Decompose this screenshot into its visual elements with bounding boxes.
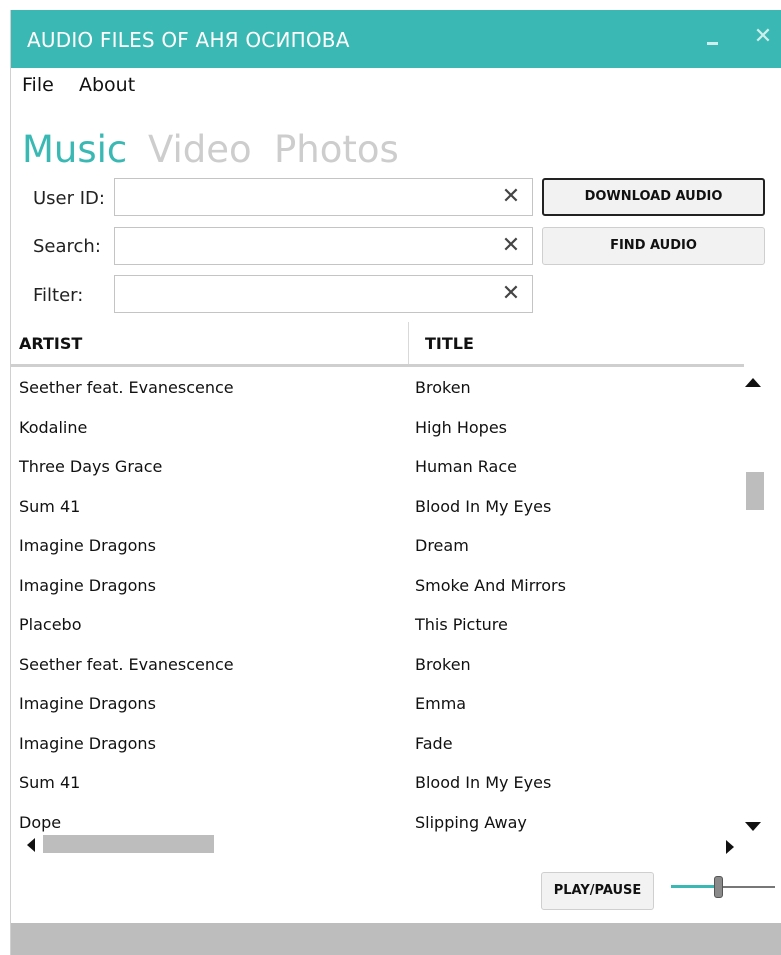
- column-header-artist[interactable]: ARTIST: [19, 334, 82, 353]
- tab-music[interactable]: Music: [22, 128, 127, 171]
- user-id-field[interactable]: ✕: [114, 178, 533, 216]
- user-id-label: User ID:: [33, 188, 105, 209]
- table-row[interactable]: Imagine Dragons Emma: [11, 686, 744, 725]
- filter-field[interactable]: ✕: [114, 275, 533, 313]
- title-cell: This Picture: [415, 615, 508, 634]
- title-cell: Slipping Away: [415, 812, 527, 832]
- title-cell: Fade: [415, 733, 453, 753]
- table-row[interactable]: Kodaline High Hopes: [11, 410, 744, 449]
- volume-track: [723, 886, 775, 888]
- artist-cell: Sum 41: [19, 496, 81, 516]
- column-divider[interactable]: [408, 322, 409, 364]
- find-audio-button[interactable]: FIND AUDIO: [542, 227, 765, 265]
- title-cell: Smoke And Mirrors: [415, 575, 566, 595]
- search-label: Search:: [33, 236, 101, 257]
- close-icon[interactable]: ✕: [751, 24, 775, 50]
- title-cell: Blood In My Eyes: [415, 773, 552, 792]
- tab-photos[interactable]: Photos: [274, 128, 399, 171]
- artist-cell: Imagine Dragons: [19, 575, 156, 595]
- horizontal-scrollbar-thumb[interactable]: [43, 835, 214, 853]
- vertical-scrollbar-thumb[interactable]: [746, 472, 764, 510]
- artist-cell: Seether feat. Evanescence: [19, 654, 234, 674]
- table-row[interactable]: Seether feat. Evanescence Broken: [11, 647, 744, 686]
- filter-label: Filter:: [33, 285, 84, 306]
- title-cell: High Hopes: [415, 417, 508, 437]
- scroll-left-icon[interactable]: [27, 838, 35, 852]
- artist-cell: Sum 41: [19, 773, 81, 792]
- search-input[interactable]: [121, 234, 495, 260]
- table-row[interactable]: Imagine Dragons Smoke And Mirrors: [11, 568, 744, 607]
- title-cell: Broken: [415, 654, 471, 674]
- table-row[interactable]: Placebo This Picture: [11, 607, 744, 646]
- table-row[interactable]: Sum 41 Blood In My Eyes: [11, 489, 744, 528]
- artist-cell: Imagine Dragons: [19, 733, 156, 753]
- table-row[interactable]: Seether feat. Evanescence Broken: [11, 370, 744, 409]
- title-cell: Broken: [415, 378, 471, 397]
- volume-thumb[interactable]: [714, 876, 723, 898]
- artist-cell: Imagine Dragons: [19, 694, 156, 713]
- scroll-right-icon[interactable]: [726, 840, 734, 854]
- list-header: ARTIST TITLE: [11, 322, 744, 367]
- window-title: AUDIO FILES OF АНЯ ОСИПОВА: [27, 28, 350, 52]
- status-bar: [11, 923, 781, 955]
- title-bar[interactable]: AUDIO FILES OF АНЯ ОСИПОВА ✕: [11, 10, 781, 68]
- title-cell: Human Race: [415, 457, 517, 476]
- menu-file[interactable]: File: [22, 74, 54, 96]
- menu-bar: File About: [11, 72, 411, 102]
- scroll-down-icon[interactable]: [745, 822, 761, 831]
- artist-cell: Seether feat. Evanescence: [19, 378, 234, 397]
- artist-cell: Kodaline: [19, 417, 88, 437]
- table-row[interactable]: Sum 41 Blood In My Eyes: [11, 765, 744, 804]
- column-header-title[interactable]: TITLE: [425, 334, 474, 353]
- clear-icon[interactable]: ✕: [500, 282, 522, 306]
- table-row[interactable]: Imagine Dragons Fade: [11, 726, 744, 765]
- download-audio-button[interactable]: DOWNLOAD AUDIO: [542, 178, 765, 216]
- artist-cell: Dope: [19, 812, 62, 832]
- track-list: Seether feat. Evanescence Broken Kodaline H…: [11, 370, 744, 840]
- artist-cell: Placebo: [19, 615, 82, 634]
- title-cell: Dream: [415, 536, 469, 555]
- title-cell: Blood In My Eyes: [415, 496, 552, 516]
- tab-video[interactable]: Video: [148, 128, 252, 171]
- play-pause-button[interactable]: PLAY/PAUSE: [541, 872, 654, 910]
- table-row[interactable]: Imagine Dragons Dream: [11, 528, 744, 567]
- artist-cell: Imagine Dragons: [19, 536, 156, 555]
- main-window: AUDIO FILES OF АНЯ ОСИПОВА ✕ File About …: [10, 10, 781, 955]
- filter-input[interactable]: [121, 282, 495, 308]
- volume-fill: [671, 885, 714, 888]
- minimize-icon[interactable]: [703, 28, 723, 50]
- menu-about[interactable]: About: [79, 74, 135, 96]
- search-field[interactable]: ✕: [114, 227, 533, 265]
- artist-cell: Three Days Grace: [19, 457, 163, 476]
- title-cell: Emma: [415, 694, 467, 713]
- user-id-input[interactable]: [121, 185, 495, 211]
- scroll-up-icon[interactable]: [745, 378, 761, 387]
- table-row[interactable]: Three Days Grace Human Race: [11, 449, 744, 488]
- clear-icon[interactable]: ✕: [500, 185, 522, 209]
- clear-icon[interactable]: ✕: [500, 234, 522, 258]
- volume-slider[interactable]: [671, 870, 775, 904]
